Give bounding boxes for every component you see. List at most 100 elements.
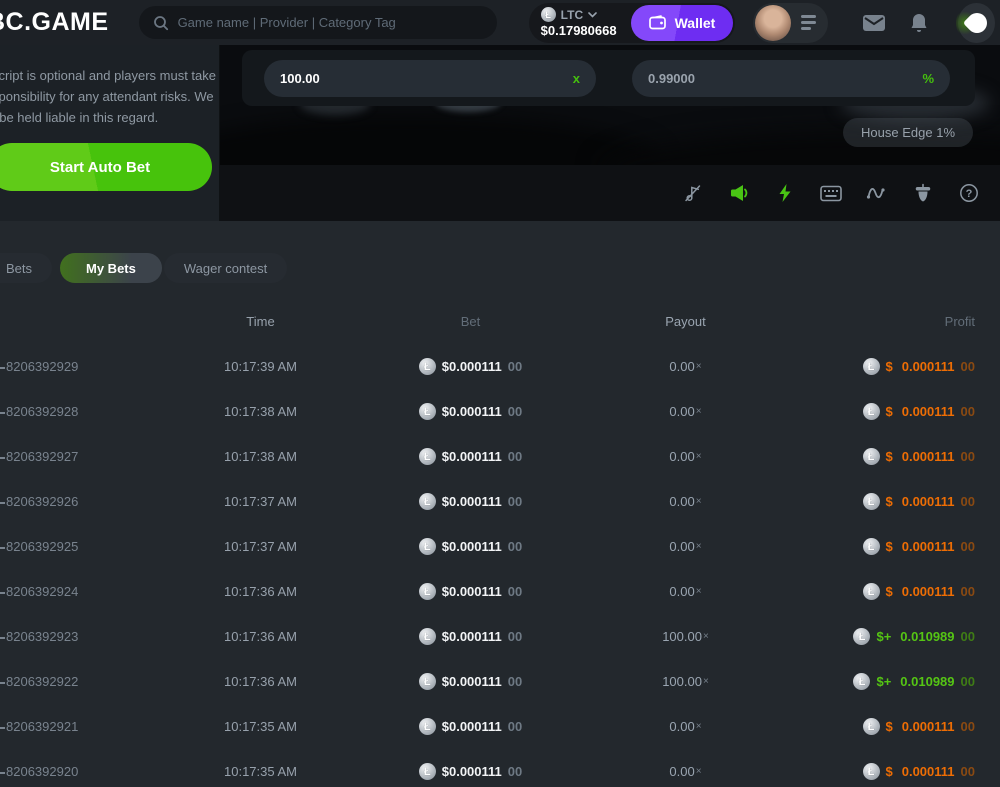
bet-amount-field[interactable]: x: [264, 60, 596, 97]
autobet-sidebar: script is optional and players must take…: [0, 45, 220, 221]
bet-payout: 100.00×: [588, 629, 783, 644]
bet-profit: Ł$0.00011100: [783, 538, 1000, 555]
bet-id: 8206392928: [0, 404, 168, 419]
bet-profit: Ł$0.00011100: [783, 718, 1000, 735]
win-chance-input[interactable]: [648, 71, 922, 86]
mail-button[interactable]: [862, 14, 886, 32]
bet-amount: Ł$0.00011100: [353, 403, 588, 420]
bet-profit: Ł$+0.01098900: [783, 628, 1000, 645]
ltc-coin-icon: Ł: [863, 403, 880, 420]
bet-controls-panel: x %: [242, 50, 975, 106]
ltc-coin-icon: Ł: [419, 538, 436, 555]
table-row[interactable]: 8206392927 10:17:38 AM Ł$0.00011100 0.00…: [0, 434, 1000, 479]
bet-amount: Ł$0.00011100: [353, 673, 588, 690]
ltc-coin-icon: Ł: [541, 7, 556, 22]
bets-tabs: Bets My Bets Wager contest: [0, 253, 1000, 283]
bet-id: 8206392924: [0, 584, 168, 599]
bet-payout: 0.00×: [588, 539, 783, 554]
ltc-coin-icon: Ł: [419, 628, 436, 645]
disclaimer-text: script is optional and players must take…: [0, 65, 219, 128]
bet-time: 10:17:38 AM: [168, 449, 353, 464]
search-placeholder: Game name | Provider | Category Tag: [178, 15, 396, 30]
table-row[interactable]: 8206392923 10:17:36 AM Ł$0.00011100 100.…: [0, 614, 1000, 659]
ltc-coin-icon: Ł: [419, 448, 436, 465]
sound-icon[interactable]: [728, 182, 750, 204]
table-row[interactable]: 8206392920 10:17:35 AM Ł$0.00011100 0.00…: [0, 749, 1000, 787]
ltc-coin-icon: Ł: [419, 718, 436, 735]
bet-payout: 100.00×: [588, 674, 783, 689]
bet-profit: Ł$0.00011100: [783, 583, 1000, 600]
bet-id: 8206392923: [0, 629, 168, 644]
percent-suffix[interactable]: %: [922, 71, 934, 86]
bet-amount: Ł$0.00011100: [353, 358, 588, 375]
bet-time: 10:17:35 AM: [168, 764, 353, 779]
ltc-coin-icon: Ł: [863, 493, 880, 510]
tab-all-bets[interactable]: Bets: [0, 253, 52, 283]
table-row[interactable]: 8206392926 10:17:37 AM Ł$0.00011100 0.00…: [0, 479, 1000, 524]
bet-amount: Ł$0.00011100: [353, 583, 588, 600]
chat-button[interactable]: [958, 3, 995, 43]
top-nav: BC.GAME Game name | Provider | Category …: [0, 0, 1000, 45]
profile-menu-icon[interactable]: [801, 15, 816, 30]
table-row[interactable]: 8206392928 10:17:38 AM Ł$0.00011100 0.00…: [0, 389, 1000, 434]
bet-amount: Ł$0.00011100: [353, 538, 588, 555]
win-chance-field[interactable]: %: [632, 60, 950, 97]
help-icon[interactable]: ?: [958, 182, 980, 204]
ltc-coin-icon: Ł: [419, 493, 436, 510]
chevron-down-icon: [588, 12, 597, 18]
table-row[interactable]: 8206392925 10:17:37 AM Ł$0.00011100 0.00…: [0, 524, 1000, 569]
ltc-coin-icon: Ł: [853, 673, 870, 690]
bet-amount: Ł$0.00011100: [353, 493, 588, 510]
bet-payout: 0.00×: [588, 359, 783, 374]
bet-payout: 0.00×: [588, 449, 783, 464]
bet-id: 8206392926: [0, 494, 168, 509]
tab-my-bets[interactable]: My Bets: [60, 253, 162, 283]
bet-payout: 0.00×: [588, 764, 783, 779]
bet-time: 10:17:36 AM: [168, 629, 353, 644]
keyboard-icon[interactable]: [820, 182, 842, 204]
ltc-coin-icon: Ł: [863, 538, 880, 555]
bet-amount-input[interactable]: [280, 71, 573, 86]
ltc-coin-icon: Ł: [863, 448, 880, 465]
avatar[interactable]: [755, 5, 791, 41]
table-row[interactable]: 8206392922 10:17:36 AM Ł$0.00011100 100.…: [0, 659, 1000, 704]
header-profit: Profit: [783, 314, 1000, 329]
bet-amount: Ł$0.00011100: [353, 718, 588, 735]
bet-payout: 0.00×: [588, 584, 783, 599]
bet-time: 10:17:39 AM: [168, 359, 353, 374]
table-row[interactable]: 8206392921 10:17:35 AM Ł$0.00011100 0.00…: [0, 704, 1000, 749]
bet-payout: 0.00×: [588, 719, 783, 734]
start-auto-bet-button[interactable]: Start Auto Bet: [0, 143, 212, 191]
search-input[interactable]: Game name | Provider | Category Tag: [139, 6, 497, 39]
game-canvas: x % House Edge 1%: [220, 45, 1000, 221]
bet-profit: Ł$+0.01098900: [783, 673, 1000, 690]
tab-wager-contest[interactable]: Wager contest: [164, 253, 287, 283]
header-bet: Bet: [353, 314, 588, 329]
bet-profit: Ł$0.00011100: [783, 358, 1000, 375]
notifications-button[interactable]: [910, 13, 928, 33]
bet-id: 8206392927: [0, 449, 168, 464]
table-row[interactable]: 8206392924 10:17:36 AM Ł$0.00011100 0.00…: [0, 569, 1000, 614]
ltc-coin-icon: Ł: [419, 358, 436, 375]
currency-selector[interactable]: Ł LTC $0.17980668: [541, 7, 617, 38]
wallet-button[interactable]: Wallet: [631, 5, 734, 41]
bet-time: 10:17:37 AM: [168, 539, 353, 554]
bcgame-logo[interactable]: BC.GAME: [0, 8, 109, 37]
chat-icon: [962, 8, 990, 36]
mail-icon: [862, 14, 886, 32]
seed-icon[interactable]: [912, 182, 934, 204]
multiplier-suffix[interactable]: x: [573, 71, 580, 86]
music-off-icon[interactable]: [682, 182, 704, 204]
ltc-coin-icon: Ł: [863, 358, 880, 375]
bet-profit: Ł$0.00011100: [783, 493, 1000, 510]
bet-time: 10:17:36 AM: [168, 584, 353, 599]
balance-amount: $0.17980668: [541, 23, 617, 38]
live-stats-icon[interactable]: [866, 182, 888, 204]
bolt-icon[interactable]: [774, 182, 796, 204]
header-time: Time: [168, 314, 353, 329]
bet-payout: 0.00×: [588, 494, 783, 509]
ltc-coin-icon: Ł: [863, 718, 880, 735]
bet-time: 10:17:36 AM: [168, 674, 353, 689]
table-row[interactable]: 8206392929 10:17:39 AM Ł$0.00011100 0.00…: [0, 344, 1000, 389]
bet-id: 8206392920: [0, 764, 168, 779]
